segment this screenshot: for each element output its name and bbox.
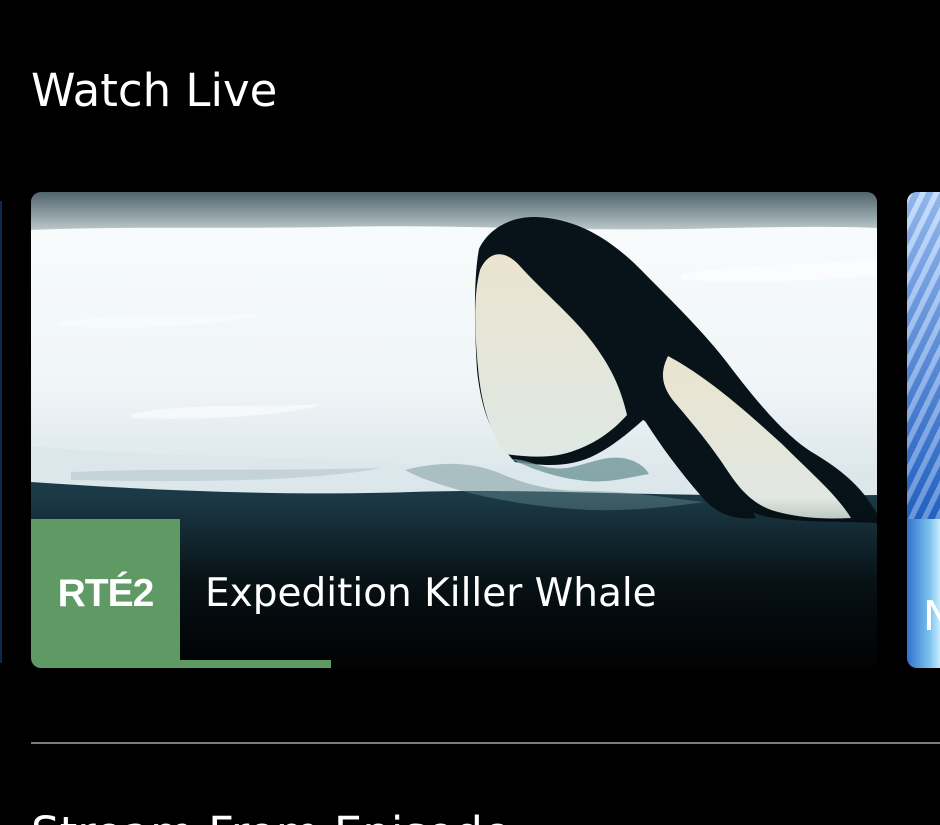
next-live-card-title: N — [923, 592, 940, 640]
live-progress-track — [180, 660, 877, 668]
next-live-card-peek[interactable]: N — [907, 192, 940, 668]
expedition-killer-whale-card[interactable]: RTÉ2 Expedition Killer Whale — [31, 192, 877, 668]
live-progress-fill — [180, 660, 331, 668]
section-divider — [31, 742, 940, 744]
next-section-heading: Stream From Episode — [31, 805, 511, 825]
watch-live-screen: Watch Live RTÉ2 Expedition Killer Whale … — [0, 0, 940, 825]
rte2-channel-logo: RTÉ2 — [31, 519, 180, 668]
watch-live-heading: Watch Live — [31, 64, 278, 117]
program-title: Expedition Killer Whale — [205, 571, 657, 616]
previous-live-card-peek[interactable] — [0, 201, 2, 663]
